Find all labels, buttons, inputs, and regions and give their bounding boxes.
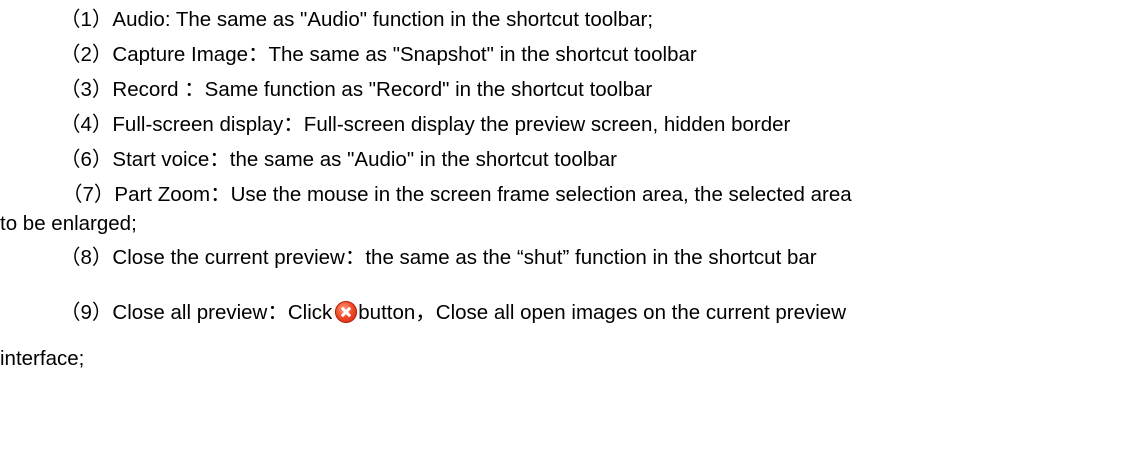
list-item-3: （3）Record ：Same function as "Record" in … — [60, 76, 652, 104]
list-item-1: （1）Audio: The same as "Audio" function i… — [60, 6, 653, 34]
item-number: （7） — [62, 183, 115, 206]
item-number: （6） — [60, 148, 113, 171]
close-icon — [335, 301, 358, 323]
item-text: Record ：Same function as "Record" in the… — [112, 78, 653, 101]
list-item-6: （6）Start voice：the same as "Audio" in th… — [60, 146, 617, 174]
list-item-4: （4）Full-screen display：Full-screen displ… — [60, 111, 790, 139]
list-item-9-continuation: interface; — [0, 345, 84, 373]
item-text-continuation: interface; — [0, 347, 85, 370]
item-text: Capture Image：The same as "Snapshot" in … — [112, 43, 697, 66]
item-number: （8） — [60, 246, 113, 269]
document-page: （1）Audio: The same as "Audio" function i… — [0, 0, 1126, 452]
item-text: Full-screen display：Full-screen display … — [112, 113, 791, 136]
list-item-7-continuation: to be enlarged; — [0, 210, 137, 238]
item-text-after-icon: button，Close all open images on the curr… — [358, 301, 846, 324]
item-text: Audio: The same as "Audio" function in t… — [112, 8, 654, 31]
list-item-2: （2）Capture Image：The same as "Snapshot" … — [60, 41, 697, 69]
item-text-continuation: to be enlarged; — [0, 212, 137, 235]
list-item-8: （8）Close the current preview：the same as… — [60, 244, 817, 272]
item-number: （4） — [60, 113, 113, 136]
list-item-7: （7）Part Zoom：Use the mouse in the screen… — [62, 181, 852, 209]
item-number: （3） — [60, 78, 113, 101]
item-number: （9） — [60, 301, 113, 324]
item-text: Start voice：the same as "Audio" in the s… — [112, 148, 617, 171]
item-number: （1） — [60, 8, 113, 31]
list-item-9: （9）Close all preview：Click button，Close a… — [60, 299, 846, 327]
item-text-before-icon: Close all preview：Click — [112, 301, 333, 324]
item-text: Close the current preview：the same as th… — [112, 246, 817, 269]
item-number: （2） — [60, 43, 113, 66]
item-text: Part Zoom：Use the mouse in the screen fr… — [114, 183, 852, 206]
